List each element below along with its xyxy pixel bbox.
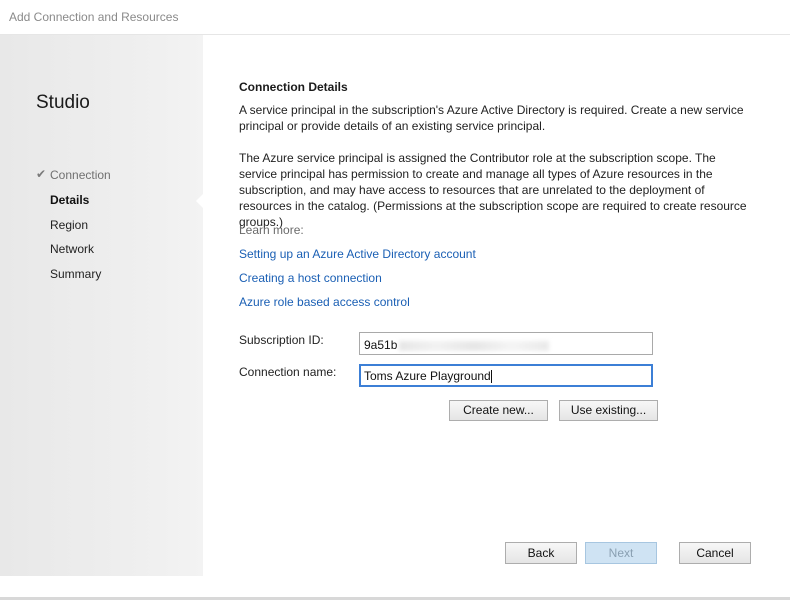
link-role-access-control[interactable]: Azure role based access control xyxy=(239,295,410,309)
section-title: Connection Details xyxy=(239,80,348,94)
sidebar-title: Studio xyxy=(36,92,90,113)
create-new-button[interactable]: Create new... xyxy=(449,400,548,421)
permissions-paragraph: The Azure service principal is assigned … xyxy=(239,151,747,229)
connection-name-input[interactable]: Toms Azure Playground xyxy=(359,364,653,387)
connection-name-value: Toms Azure Playground xyxy=(364,369,491,383)
title-bar: Add Connection and Resources xyxy=(0,0,790,35)
subscription-id-input[interactable]: 9a51b xyxy=(359,332,653,355)
step-label: Region xyxy=(50,218,89,232)
dialog-window: Add Connection and Resources Studio ✔ Co… xyxy=(0,0,790,600)
text-cursor xyxy=(490,370,492,384)
connection-name-label: Connection name: xyxy=(239,365,337,379)
step-label: Connection xyxy=(50,168,111,182)
link-host-connection[interactable]: Creating a host connection xyxy=(239,271,382,285)
use-existing-button[interactable]: Use existing... xyxy=(559,400,658,421)
cancel-button[interactable]: Cancel xyxy=(679,542,751,564)
step-label: Summary xyxy=(50,267,102,281)
checkmark-icon: ✔ xyxy=(36,167,47,181)
wizard-sidebar: Studio xyxy=(0,35,203,576)
active-step-pointer xyxy=(196,193,204,209)
subscription-id-value: 9a51b xyxy=(364,338,398,352)
subscription-id-label: Subscription ID: xyxy=(239,333,324,347)
step-label: Network xyxy=(50,242,95,256)
back-button[interactable]: Back xyxy=(505,542,577,564)
next-button[interactable]: Next xyxy=(585,542,657,564)
step-label: Details xyxy=(50,193,90,207)
link-azure-ad-account[interactable]: Setting up an Azure Active Directory acc… xyxy=(239,247,476,261)
intro-paragraph: A service principal in the subscription'… xyxy=(239,103,744,133)
redacted-text xyxy=(399,340,550,351)
window-title: Add Connection and Resources xyxy=(9,10,179,24)
learn-more-label: Learn more: xyxy=(239,223,304,237)
